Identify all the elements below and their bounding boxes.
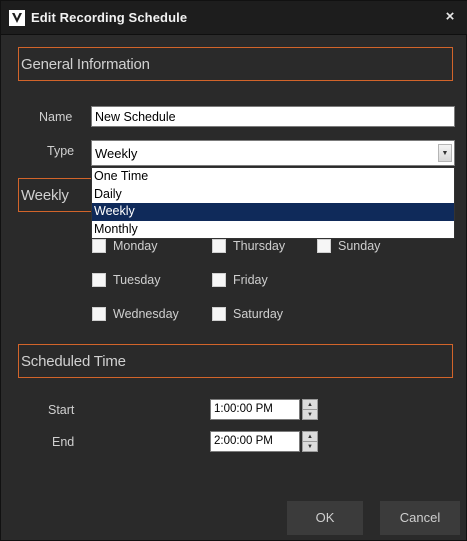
checkbox-label: Tuesday bbox=[113, 273, 161, 287]
checkbox-box[interactable] bbox=[212, 273, 226, 287]
general-information-section: General Information bbox=[18, 47, 453, 81]
type-select[interactable]: Weekly ▼ bbox=[91, 140, 455, 166]
start-time-spin-buttons[interactable]: ▲ ▼ bbox=[302, 399, 318, 420]
spin-down-icon[interactable]: ▼ bbox=[303, 442, 317, 452]
type-option-daily[interactable]: Daily bbox=[92, 186, 454, 204]
cancel-button[interactable]: Cancel bbox=[380, 501, 460, 535]
checkbox-box[interactable] bbox=[317, 239, 331, 253]
checkbox-label: Saturday bbox=[233, 307, 284, 321]
end-label: End bbox=[52, 435, 75, 449]
type-dropdown-list: One Time Daily Weekly Monthly bbox=[91, 167, 455, 239]
checkbox-label: Monday bbox=[113, 239, 158, 253]
checkbox-box[interactable] bbox=[92, 273, 106, 287]
spin-down-icon[interactable]: ▼ bbox=[303, 410, 317, 420]
checkbox-wednesday[interactable]: Wednesday bbox=[92, 307, 179, 321]
type-label: Type bbox=[47, 144, 75, 158]
end-time-spin-buttons[interactable]: ▲ ▼ bbox=[302, 431, 318, 452]
checkbox-box[interactable] bbox=[212, 307, 226, 321]
ok-button[interactable]: OK bbox=[287, 501, 363, 535]
checkbox-label: Sunday bbox=[338, 239, 381, 253]
end-time-spinner[interactable]: 2:00:00 PM ▲ ▼ bbox=[210, 431, 320, 453]
checkbox-label: Friday bbox=[233, 273, 268, 287]
close-icon[interactable]: × bbox=[442, 9, 458, 25]
checkbox-saturday[interactable]: Saturday bbox=[212, 307, 283, 321]
scheduled-time-title: Scheduled Time bbox=[21, 353, 126, 370]
edit-schedule-dialog: Edit Recording Schedule × General Inform… bbox=[0, 0, 467, 541]
checkbox-box[interactable] bbox=[212, 239, 226, 253]
type-select-value: Weekly bbox=[95, 146, 138, 161]
checkbox-monday[interactable]: Monday bbox=[92, 239, 157, 253]
type-option-weekly[interactable]: Weekly bbox=[92, 203, 454, 221]
general-information-title: General Information bbox=[21, 56, 150, 73]
start-label: Start bbox=[48, 403, 75, 417]
scheduled-time-section: Scheduled Time bbox=[18, 344, 453, 378]
type-option-one-time[interactable]: One Time bbox=[92, 168, 454, 186]
weekly-title: Weekly bbox=[21, 187, 69, 204]
checkbox-thursday[interactable]: Thursday bbox=[212, 239, 285, 253]
checkbox-label: Wednesday bbox=[113, 307, 179, 321]
chevron-down-icon[interactable]: ▼ bbox=[438, 144, 452, 162]
start-time-field[interactable]: 1:00:00 PM bbox=[210, 399, 300, 420]
end-time-field[interactable]: 2:00:00 PM bbox=[210, 431, 300, 452]
title-bar[interactable]: Edit Recording Schedule × bbox=[1, 1, 467, 35]
name-label: Name bbox=[39, 110, 73, 124]
checkbox-box[interactable] bbox=[92, 239, 106, 253]
spin-up-icon[interactable]: ▲ bbox=[303, 400, 317, 410]
checkbox-friday[interactable]: Friday bbox=[212, 273, 268, 287]
type-option-monthly[interactable]: Monthly bbox=[92, 221, 454, 239]
spin-up-icon[interactable]: ▲ bbox=[303, 432, 317, 442]
checkbox-label: Thursday bbox=[233, 239, 286, 253]
checkbox-box[interactable] bbox=[92, 307, 106, 321]
name-field[interactable] bbox=[91, 106, 455, 127]
checkbox-tuesday[interactable]: Tuesday bbox=[92, 273, 160, 287]
app-logo-icon bbox=[9, 10, 25, 26]
window-title: Edit Recording Schedule bbox=[31, 10, 188, 25]
checkbox-sunday[interactable]: Sunday bbox=[317, 239, 380, 253]
start-time-spinner[interactable]: 1:00:00 PM ▲ ▼ bbox=[210, 399, 320, 421]
